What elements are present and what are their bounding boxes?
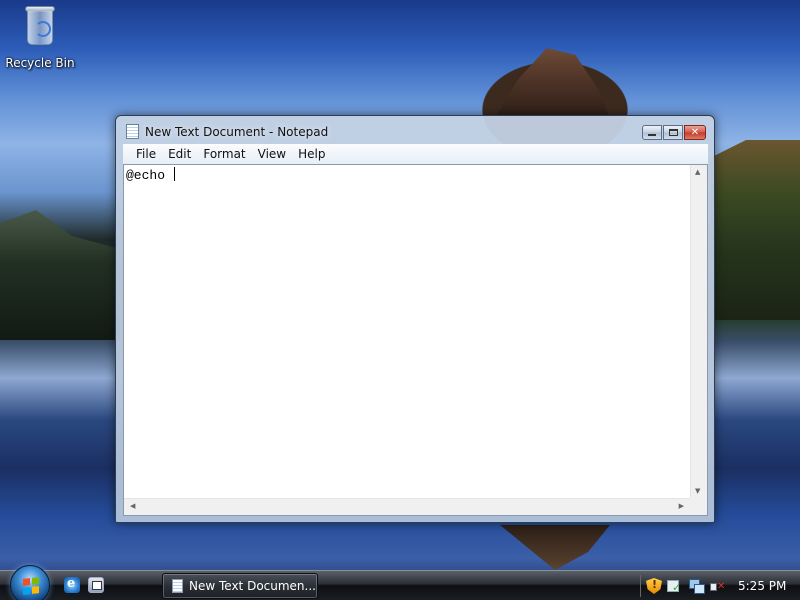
switch-windows-icon[interactable] xyxy=(88,577,104,593)
maximize-icon xyxy=(668,129,678,136)
menu-bar: File Edit Format View Help xyxy=(123,144,708,164)
recycle-bin-body xyxy=(27,11,53,45)
text-caret xyxy=(173,167,175,181)
taskbar-button-notepad[interactable]: New Text Documen... xyxy=(162,573,318,599)
close-button[interactable]: ✕ xyxy=(684,125,706,140)
scroll-left-icon[interactable]: ◀ xyxy=(130,503,135,510)
clock[interactable]: 5:25 PM xyxy=(738,579,786,593)
security-shield-icon[interactable] xyxy=(646,578,662,594)
notepad-icon xyxy=(172,579,183,593)
windows-update-icon[interactable] xyxy=(667,578,683,594)
internet-explorer-icon[interactable] xyxy=(64,576,80,593)
scroll-up-icon[interactable]: ▲ xyxy=(695,169,700,176)
menu-format[interactable]: Format xyxy=(197,147,251,161)
scroll-down-icon[interactable]: ▼ xyxy=(695,488,700,495)
editor-content[interactable]: @echo xyxy=(126,167,175,183)
caption-buttons: ✕ xyxy=(642,125,706,140)
wallpaper-reflection xyxy=(500,525,610,570)
editor-text: @echo xyxy=(126,168,173,183)
wallpaper-hill-right xyxy=(710,140,800,320)
taskbar-button-label: New Text Documen... xyxy=(189,579,316,593)
notepad-icon xyxy=(126,124,139,139)
menu-view[interactable]: View xyxy=(252,147,292,161)
text-editor[interactable]: @echo ▲ ▼ ◀ ▶ xyxy=(123,164,708,516)
vertical-scrollbar[interactable]: ▲ ▼ xyxy=(690,165,707,499)
desktop-icon-recycle-bin[interactable]: Recycle Bin xyxy=(5,4,75,72)
maximize-button[interactable] xyxy=(663,125,683,140)
start-button[interactable] xyxy=(10,565,50,600)
notepad-window: New Text Document - Notepad ✕ File Edit … xyxy=(115,115,715,523)
wallpaper-hill-left xyxy=(0,210,120,340)
size-grip[interactable] xyxy=(690,498,707,515)
windows-logo-icon xyxy=(23,577,39,595)
minimize-button[interactable] xyxy=(642,125,662,140)
horizontal-scrollbar[interactable]: ◀ ▶ xyxy=(124,498,690,515)
menu-help[interactable]: Help xyxy=(292,147,331,161)
menu-file[interactable]: File xyxy=(130,147,162,161)
network-icon[interactable] xyxy=(688,578,705,594)
scroll-right-icon[interactable]: ▶ xyxy=(679,503,684,510)
wallpaper-mountain-peak xyxy=(495,48,610,118)
window-title: New Text Document - Notepad xyxy=(145,125,329,139)
volume-muted-icon[interactable] xyxy=(709,578,725,594)
taskbar: New Text Documen... 5:25 PM xyxy=(0,565,800,600)
menu-edit[interactable]: Edit xyxy=(162,147,197,161)
desktop-icon-label: Recycle Bin xyxy=(5,56,75,70)
system-tray: 5:25 PM xyxy=(640,571,800,600)
minimize-icon xyxy=(648,134,656,136)
close-icon: ✕ xyxy=(690,126,700,138)
recycle-bin-icon xyxy=(24,4,56,46)
title-bar[interactable]: New Text Document - Notepad ✕ xyxy=(116,116,714,146)
